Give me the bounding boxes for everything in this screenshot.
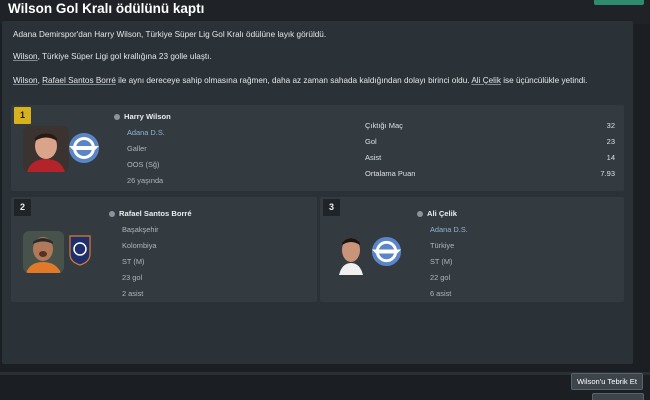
top-right-button[interactable] bbox=[594, 0, 644, 5]
second-assists: 2 asist bbox=[122, 289, 144, 298]
third-assists: 6 asist bbox=[430, 289, 452, 298]
info-icon bbox=[114, 113, 120, 120]
adana-ds-crest-icon bbox=[370, 235, 403, 268]
winner-position: OOS (Sğ) bbox=[127, 160, 160, 169]
paragraph-1: Adana Demirspor'dan Harry Wilson, Türkiy… bbox=[13, 30, 327, 39]
winner-nation: Galler bbox=[127, 144, 147, 153]
second-club[interactable]: Başakşehir bbox=[122, 225, 159, 234]
third-place-card[interactable]: 3 Ali Çelik Adana D.S. Türkiye ST (M) 22… bbox=[320, 197, 624, 302]
stat-label-rating: Ortalama Puan bbox=[365, 169, 416, 178]
third-goals: 22 gol bbox=[430, 273, 451, 282]
rank-badge: 3 bbox=[323, 199, 340, 216]
footer-divider bbox=[0, 372, 650, 375]
third-name[interactable]: Ali Çelik bbox=[417, 209, 457, 218]
stat-label-assists: Asist bbox=[365, 153, 382, 162]
paragraph-3: Wilson, Rafael Santos Borré ile aynı der… bbox=[13, 76, 588, 85]
second-place-card[interactable]: 2 Rafael Santos Borré Başakşehir Kolombi… bbox=[11, 197, 317, 302]
paragraph-2: Wilson, Türkiye Süper Ligi gol krallığın… bbox=[13, 51, 212, 62]
winner-age: 26 yaşında bbox=[127, 176, 164, 185]
stat-value-apps: 32 bbox=[606, 121, 615, 130]
second-nation: Kolombiya bbox=[122, 241, 157, 250]
third-nation: Türkiye bbox=[430, 241, 455, 250]
player-link-wilson[interactable]: Wilson bbox=[13, 76, 38, 85]
secondary-button[interactable] bbox=[592, 393, 644, 400]
page-title: Wilson Gol Kralı ödülünü kaptı bbox=[8, 1, 205, 16]
stat-value-goals: 23 bbox=[606, 137, 615, 146]
player-link-borre[interactable]: Rafael Santos Borré bbox=[42, 76, 116, 85]
second-name[interactable]: Rafael Santos Borré bbox=[109, 209, 192, 218]
adana-ds-crest-icon bbox=[67, 131, 101, 165]
third-position: ST (M) bbox=[430, 257, 453, 266]
rank-badge: 1 bbox=[14, 107, 31, 124]
player-photo-celik bbox=[336, 231, 366, 275]
congratulate-button[interactable]: Wilson'u Tebrik Et bbox=[571, 373, 643, 390]
player-photo-borre bbox=[23, 231, 64, 273]
stat-value-assists: 14 bbox=[606, 153, 615, 162]
winner-club[interactable]: Adana D.S. bbox=[127, 128, 165, 137]
winner-name[interactable]: Harry Wilson bbox=[114, 112, 171, 121]
rank-badge: 2 bbox=[14, 199, 31, 216]
third-club[interactable]: Adana D.S. bbox=[430, 225, 468, 234]
second-position: ST (M) bbox=[122, 257, 145, 266]
info-icon bbox=[417, 210, 423, 217]
player-photo-wilson bbox=[23, 126, 69, 172]
info-icon bbox=[109, 210, 115, 217]
stat-label-apps: Çıktığı Maç bbox=[365, 121, 403, 130]
stat-label-goals: Gol bbox=[365, 137, 377, 146]
player-link-wilson[interactable]: Wilson bbox=[13, 52, 38, 61]
winner-card[interactable]: 1 Harry Wilson Adana D.S. Galler OOS (Sğ… bbox=[11, 105, 624, 191]
news-panel: Adana Demirspor'dan Harry Wilson, Türkiy… bbox=[2, 21, 633, 364]
paragraph-2-text: , Türkiye Süper Ligi gol krallığına 23 g… bbox=[37, 52, 212, 61]
player-link-celik[interactable]: Ali Çelik bbox=[471, 76, 501, 85]
stat-value-rating: 7.93 bbox=[600, 169, 615, 178]
basaksehir-crest-icon bbox=[68, 234, 92, 266]
second-goals: 23 gol bbox=[122, 273, 143, 282]
